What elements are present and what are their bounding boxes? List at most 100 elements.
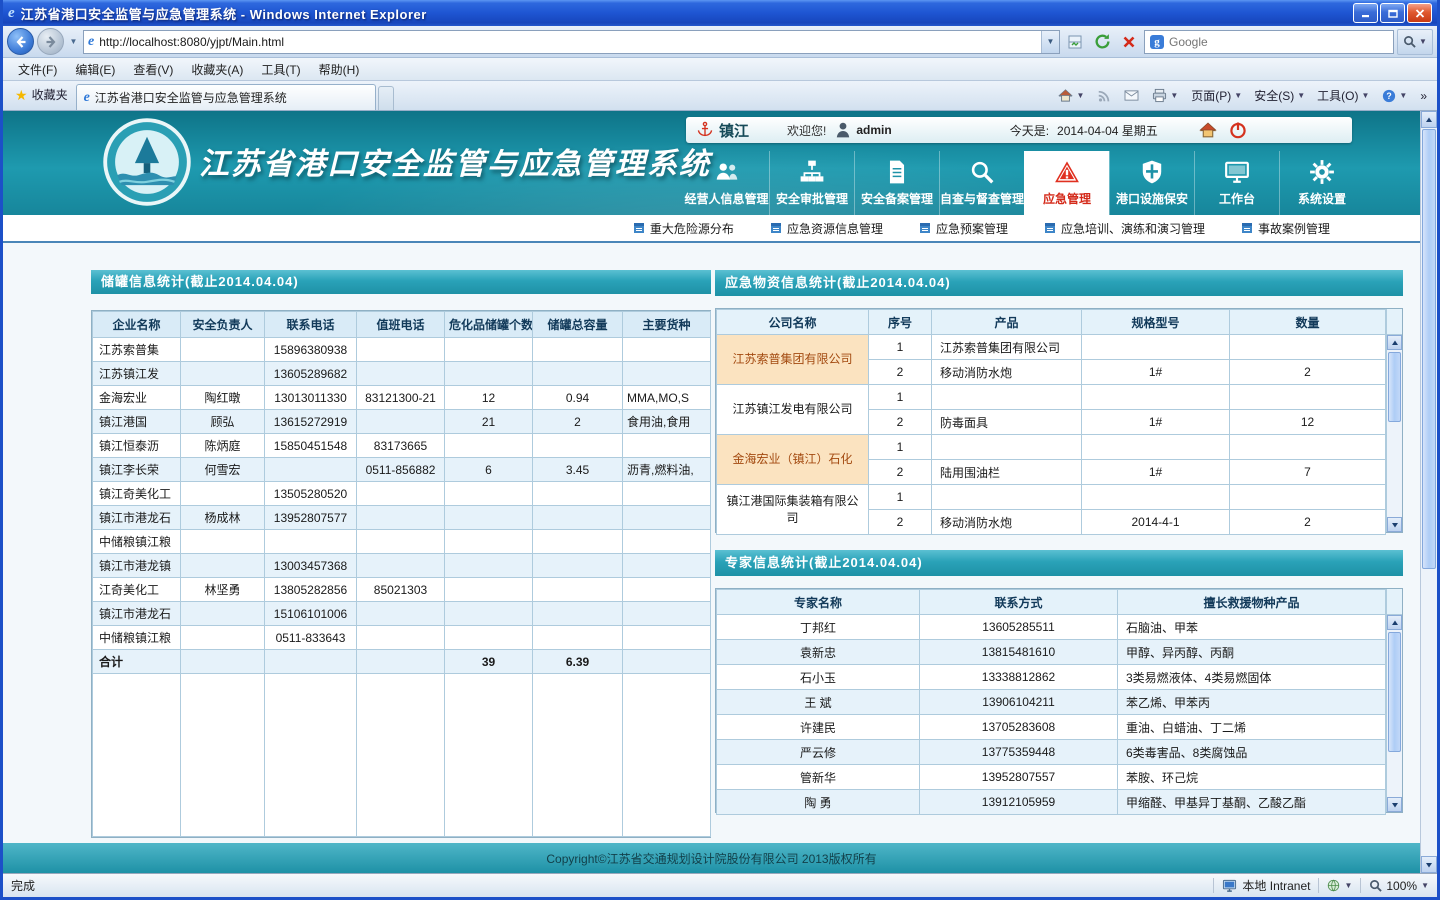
supplies-row: 金海宏业（镇江）石化1 (717, 435, 1386, 460)
site-logo (103, 118, 191, 206)
subnav-item-training-mgmt[interactable]: 应急培训、演练和演习管理 (1044, 220, 1205, 237)
document-icon (884, 159, 910, 185)
username: admin (856, 123, 891, 137)
stop-button[interactable] (1117, 29, 1141, 55)
scroll-up-icon[interactable] (1387, 615, 1402, 630)
home-button[interactable]: ▼ (1052, 85, 1090, 106)
scroll-down-icon[interactable] (1421, 856, 1437, 873)
url-input[interactable] (99, 35, 1036, 49)
tank-table-wrap: 企业名称安全负责人联系电话值班电话危化品储罐个数储罐总容量主要货种江苏索普集15… (91, 310, 711, 838)
menu-item-0[interactable]: 文件(F) (9, 58, 66, 81)
nav-item-workbench[interactable]: 工作台 (1194, 151, 1279, 215)
supplies-row: 江苏索普集团有限公司1江苏索普集团有限公司 (717, 335, 1386, 360)
nav-item-settings[interactable]: 系统设置 (1279, 151, 1364, 215)
nav-item-label: 工作台 (1219, 190, 1255, 207)
feeds-button[interactable] (1091, 86, 1117, 106)
supplies-column-header: 数量 (1230, 310, 1386, 335)
supplies-column-header: 序号 (869, 310, 932, 335)
nav-item-operators[interactable]: 经营人信息管理 (684, 151, 769, 215)
nav-item-approval[interactable]: 安全审批管理 (769, 151, 854, 215)
page-scrollbar[interactable] (1420, 111, 1437, 873)
forward-button[interactable] (37, 28, 64, 55)
portal-home-icon[interactable] (1199, 121, 1217, 139)
doc-icon (1241, 222, 1253, 234)
window-titlebar: e 江苏省港口安全监管与应急管理系统 - Windows Internet Ex… (3, 0, 1437, 26)
print-button[interactable]: ▼ (1146, 85, 1184, 106)
city-badge: 镇江 (696, 120, 749, 141)
favorites-bar: ★ 收藏夹 e 江苏省港口安全监管与应急管理系统 ▼ ▼ 页面(P)▼安全(S)… (3, 81, 1437, 111)
subnav-item-resource-info[interactable]: 应急资源信息管理 (770, 220, 883, 237)
copyright-text: Copyright©江苏省交通规划设计院股份有限公司 2013版权所有 (546, 850, 876, 867)
protected-mode-icon[interactable]: ▼ (1327, 879, 1352, 892)
nav-item-label: 应急管理 (1043, 190, 1091, 207)
nav-item-emergency[interactable]: 应急管理 (1024, 151, 1109, 215)
tank-row: 镇江李长荣何雪宏0511-85688263.45沥青,燃料油, (93, 458, 711, 482)
nav-item-filing[interactable]: 安全备案管理 (854, 151, 939, 215)
help-button[interactable]: ?▼ (1376, 86, 1413, 106)
scrollbar-thumb[interactable] (1388, 352, 1401, 422)
tab-favicon: e (84, 91, 90, 105)
monitor-icon (1224, 159, 1250, 185)
warning-triangle-icon (1054, 159, 1080, 185)
menu-item-2[interactable]: 查看(V) (124, 58, 182, 81)
address-bar: ▼ e ▼ g ▼ (3, 26, 1437, 58)
toolbar-overflow-chevron[interactable]: » (1414, 86, 1433, 106)
logout-power-icon[interactable] (1229, 121, 1247, 139)
experts-column-header: 专家名称 (717, 590, 920, 615)
scrollbar-thumb[interactable] (1422, 129, 1436, 569)
browser-window: e 江苏省港口安全监管与应急管理系统 - Windows Internet Ex… (0, 0, 1440, 900)
refresh-button[interactable] (1090, 29, 1114, 55)
url-dropdown-icon[interactable]: ▼ (1041, 31, 1059, 53)
tank-row: 镇江奇美化工13505280520 (93, 482, 711, 506)
separator (1213, 878, 1214, 893)
scroll-down-icon[interactable] (1387, 797, 1402, 812)
menu-item-1[interactable]: 编辑(E) (66, 58, 124, 81)
magnifier-icon (969, 159, 995, 185)
back-button[interactable] (7, 28, 34, 55)
read-mail-button[interactable] (1118, 86, 1145, 105)
maximize-button[interactable] (1380, 3, 1405, 23)
experts-scrollbar[interactable] (1386, 615, 1402, 812)
zoom-control[interactable]: 100% ▼ (1369, 879, 1429, 893)
scroll-up-icon[interactable] (1387, 335, 1402, 350)
experts-header-row: 专家名称联系方式擅长救援物种产品 (717, 590, 1386, 615)
tank-header-row: 企业名称安全负责人联系电话值班电话危化品储罐个数储罐总容量主要货种 (93, 312, 711, 338)
expert-row: 丁邦红13605285511石脑油、甲苯 (717, 615, 1386, 640)
scrollbar-thumb[interactable] (1388, 632, 1401, 752)
nav-item-inspection[interactable]: 自查与督查管理 (939, 151, 1024, 215)
close-button[interactable] (1407, 3, 1432, 23)
doc-icon (770, 222, 782, 234)
history-dropdown-icon[interactable]: ▼ (67, 37, 80, 46)
search-button[interactable]: ▼ (1397, 29, 1433, 55)
supplies-column-header: 公司名称 (717, 310, 869, 335)
search-input[interactable] (1169, 35, 1388, 49)
subnav-item-case-mgmt[interactable]: 事故案例管理 (1241, 220, 1330, 237)
scroll-down-icon[interactable] (1387, 517, 1402, 532)
scrollbar-corner (1386, 309, 1402, 335)
zoom-level: 100% (1386, 879, 1417, 893)
scroll-up-icon[interactable] (1421, 111, 1437, 128)
zoom-magnifier-icon (1369, 879, 1382, 892)
toolbar-button-1[interactable]: 安全(S)▼ (1248, 84, 1311, 107)
new-tab-stub[interactable] (378, 86, 394, 110)
tank-filler-row (93, 674, 711, 837)
current-user: admin (834, 121, 891, 139)
compatibility-view-icon[interactable] (1063, 29, 1087, 55)
experts-column-header: 联系方式 (920, 590, 1118, 615)
subnav-item-plan-mgmt[interactable]: 应急预案管理 (919, 220, 1008, 237)
minimize-button[interactable] (1353, 3, 1378, 23)
experts-table: 专家名称联系方式擅长救援物种产品丁邦红13605285511石脑油、甲苯袁新忠1… (716, 589, 1386, 815)
subnav-item-hazard-distribution[interactable]: 重大危险源分布 (633, 220, 734, 237)
experts-panel-title: 专家信息统计(截止2014.04.04) (715, 550, 1403, 576)
favorites-button[interactable]: ★ 收藏夹 (7, 81, 76, 108)
toolbar-button-2[interactable]: 工具(O)▼ (1311, 84, 1375, 107)
nav-item-security[interactable]: 港口设施保安 (1109, 151, 1194, 215)
supplies-scrollbar[interactable] (1386, 335, 1402, 532)
toolbar-button-0[interactable]: 页面(P)▼ (1185, 84, 1248, 107)
menu-item-5[interactable]: 帮助(H) (310, 58, 369, 81)
site-title: 江苏省港口安全监管与应急管理系统 (199, 139, 711, 183)
tank-row: 镇江市港龙镇13003457368 (93, 554, 711, 578)
browser-tab[interactable]: e 江苏省港口安全监管与应急管理系统 (76, 84, 376, 110)
menu-item-3[interactable]: 收藏夹(A) (182, 58, 252, 81)
menu-item-4[interactable]: 工具(T) (252, 58, 309, 81)
